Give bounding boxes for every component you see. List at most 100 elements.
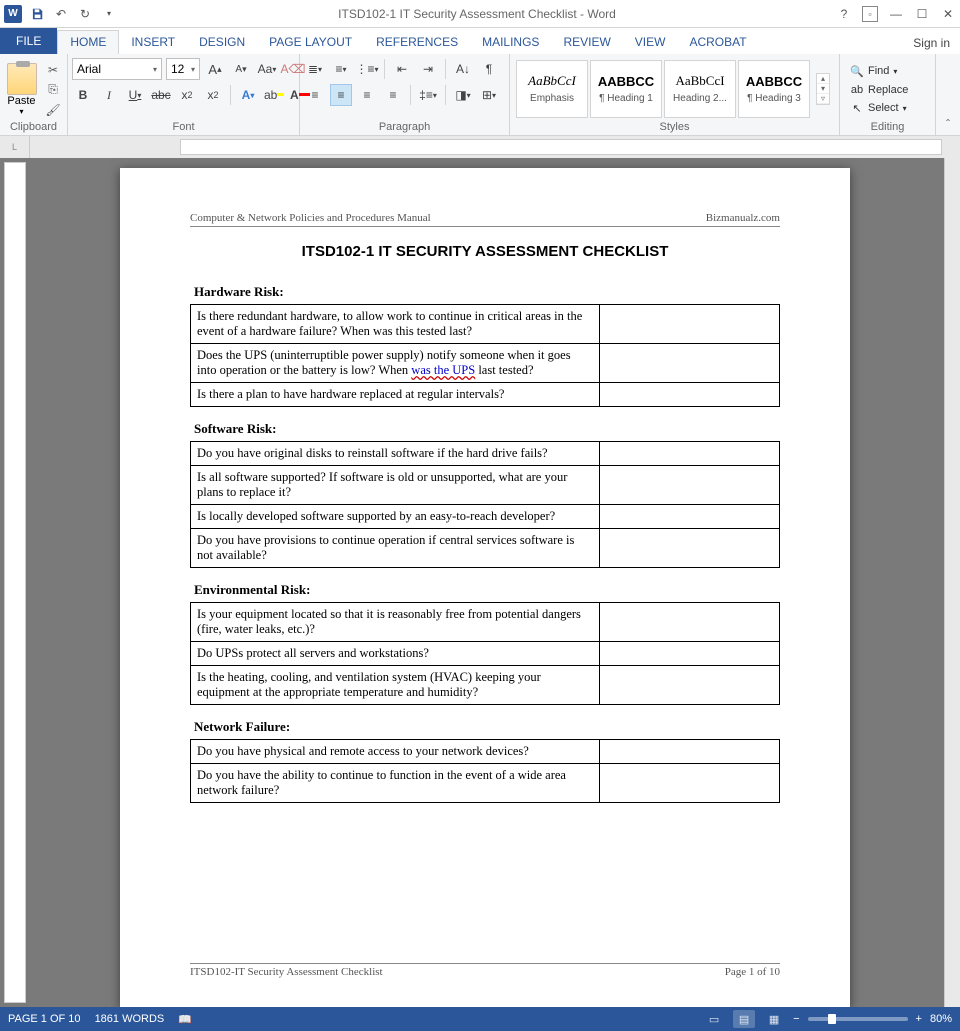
grow-font-icon[interactable]: A▴ (204, 58, 226, 80)
maximize-icon[interactable]: ☐ (914, 6, 930, 22)
justify-icon[interactable]: ≡ (382, 84, 404, 106)
question-cell[interactable]: Do you have original disks to reinstall … (191, 442, 600, 466)
tab-references[interactable]: REFERENCES (364, 31, 470, 54)
horizontal-ruler[interactable] (180, 139, 942, 155)
tab-insert[interactable]: INSERT (119, 31, 187, 54)
question-cell[interactable]: Is your equipment located so that it is … (191, 603, 600, 642)
strikethrough-button[interactable]: abc (150, 84, 172, 106)
style-item[interactable]: AABBCC¶ Heading 1 (590, 60, 662, 118)
select-button[interactable]: ↖Select▾ (844, 100, 914, 117)
format-painter-icon[interactable]: 🖌 (43, 101, 63, 119)
tab-file[interactable]: FILE (0, 28, 57, 54)
show-marks-icon[interactable]: ¶ (478, 58, 500, 80)
copy-icon[interactable]: ⎘ (43, 81, 63, 99)
numbering-icon[interactable]: ≡▾ (330, 58, 352, 80)
proofing-icon[interactable]: 📖 (178, 1013, 192, 1026)
answer-cell[interactable] (600, 466, 780, 505)
subscript-button[interactable]: x2 (176, 84, 198, 106)
tab-acrobat[interactable]: ACROBAT (677, 31, 758, 54)
tab-view[interactable]: VIEW (623, 31, 678, 54)
styles-gallery[interactable]: AaBbCcIEmphasisAABBCC¶ Heading 1AaBbCcIH… (514, 58, 812, 120)
help-icon[interactable]: ? (836, 6, 852, 22)
find-button[interactable]: 🔍Find▾ (844, 63, 914, 80)
shading-icon[interactable]: ◨▾ (452, 84, 474, 106)
save-icon[interactable] (28, 5, 46, 23)
answer-cell[interactable] (600, 442, 780, 466)
bold-button[interactable]: B (72, 84, 94, 106)
question-cell[interactable]: Do you have physical and remote access t… (191, 740, 600, 764)
font-size-combo[interactable]: 12▾ (166, 58, 200, 80)
answer-cell[interactable] (600, 529, 780, 568)
increase-indent-icon[interactable]: ⇥ (417, 58, 439, 80)
multilevel-list-icon[interactable]: ⋮≡▾ (356, 58, 378, 80)
tab-home[interactable]: HOME (57, 30, 119, 54)
answer-cell[interactable] (600, 764, 780, 803)
tab-mailings[interactable]: MAILINGS (470, 31, 551, 54)
status-page[interactable]: PAGE 1 OF 10 (8, 1013, 81, 1025)
question-cell[interactable]: Is the heating, cooling, and ventilation… (191, 666, 600, 705)
align-center-icon[interactable]: ≡ (330, 84, 352, 106)
minimize-icon[interactable]: — (888, 6, 904, 22)
borders-icon[interactable]: ⊞▾ (478, 84, 500, 106)
question-cell[interactable]: Is there a plan to have hardware replace… (191, 383, 600, 407)
print-layout-icon[interactable]: ▤ (733, 1010, 755, 1028)
zoom-in-icon[interactable]: + (916, 1013, 922, 1025)
answer-cell[interactable] (600, 383, 780, 407)
status-words[interactable]: 1861 WORDS (95, 1013, 165, 1025)
answer-cell[interactable] (600, 740, 780, 764)
question-cell[interactable]: Does the UPS (uninterruptible power supp… (191, 344, 600, 383)
font-name-combo[interactable]: Arial▾ (72, 58, 162, 80)
redo-icon[interactable]: ↻ (76, 5, 94, 23)
tab-review[interactable]: REVIEW (551, 31, 622, 54)
question-cell[interactable]: Is there redundant hardware, to allow wo… (191, 305, 600, 344)
align-right-icon[interactable]: ≡ (356, 84, 378, 106)
sort-icon[interactable]: A↓ (452, 58, 474, 80)
question-cell[interactable]: Do you have provisions to continue opera… (191, 529, 600, 568)
undo-icon[interactable]: ↶ (52, 5, 70, 23)
question-cell[interactable]: Do UPSs protect all servers and workstat… (191, 642, 600, 666)
highlight-color-icon[interactable]: ab (263, 84, 285, 106)
close-icon[interactable]: ✕ (940, 6, 956, 22)
text-effects-icon[interactable]: A▾ (237, 84, 259, 106)
answer-cell[interactable] (600, 344, 780, 383)
question-cell[interactable]: Do you have the ability to continue to f… (191, 764, 600, 803)
vertical-scrollbar[interactable] (944, 158, 960, 1007)
italic-button[interactable]: I (98, 84, 120, 106)
replace-button[interactable]: abReplace (844, 82, 914, 98)
ribbon-display-icon[interactable]: ▫ (862, 6, 878, 22)
paste-button[interactable]: Paste ▾ (4, 61, 39, 116)
align-left-icon[interactable]: ≡ (304, 84, 326, 106)
qat-customize-icon[interactable]: ▾ (100, 5, 118, 23)
tab-page-layout[interactable]: PAGE LAYOUT (257, 31, 364, 54)
styles-gallery-scroll[interactable]: ▴▾▿ (816, 73, 830, 105)
answer-cell[interactable] (600, 305, 780, 344)
style-item[interactable]: AaBbCcIHeading 2... (664, 60, 736, 118)
question-cell[interactable]: Is locally developed software supported … (191, 505, 600, 529)
tab-design[interactable]: DESIGN (187, 31, 257, 54)
question-cell[interactable]: Is all software supported? If software i… (191, 466, 600, 505)
bullets-icon[interactable]: ≣▾ (304, 58, 326, 80)
web-layout-icon[interactable]: ▦ (763, 1010, 785, 1028)
zoom-level[interactable]: 80% (930, 1013, 952, 1025)
underline-button[interactable]: U▾ (124, 84, 146, 106)
cut-icon[interactable]: ✂ (43, 61, 63, 79)
ruler-corner[interactable]: L (0, 136, 30, 158)
style-item[interactable]: AABBCC¶ Heading 3 (738, 60, 810, 118)
style-item[interactable]: AaBbCcIEmphasis (516, 60, 588, 118)
collapse-ribbon-icon[interactable]: ˆ (936, 54, 960, 135)
read-mode-icon[interactable]: ▭ (703, 1010, 725, 1028)
vertical-ruler[interactable] (4, 162, 26, 1003)
superscript-button[interactable]: x2 (202, 84, 224, 106)
line-spacing-icon[interactable]: ‡≡▾ (417, 84, 439, 106)
answer-cell[interactable] (600, 666, 780, 705)
page-scroll[interactable]: Computer & Network Policies and Procedur… (26, 158, 944, 1007)
answer-cell[interactable] (600, 505, 780, 529)
change-case-icon[interactable]: Aa▾ (256, 58, 278, 80)
shrink-font-icon[interactable]: A▾ (230, 58, 252, 80)
answer-cell[interactable] (600, 642, 780, 666)
answer-cell[interactable] (600, 603, 780, 642)
decrease-indent-icon[interactable]: ⇤ (391, 58, 413, 80)
sign-in-link[interactable]: Sign in (903, 32, 960, 54)
zoom-slider[interactable] (808, 1017, 908, 1021)
zoom-out-icon[interactable]: − (793, 1013, 799, 1025)
